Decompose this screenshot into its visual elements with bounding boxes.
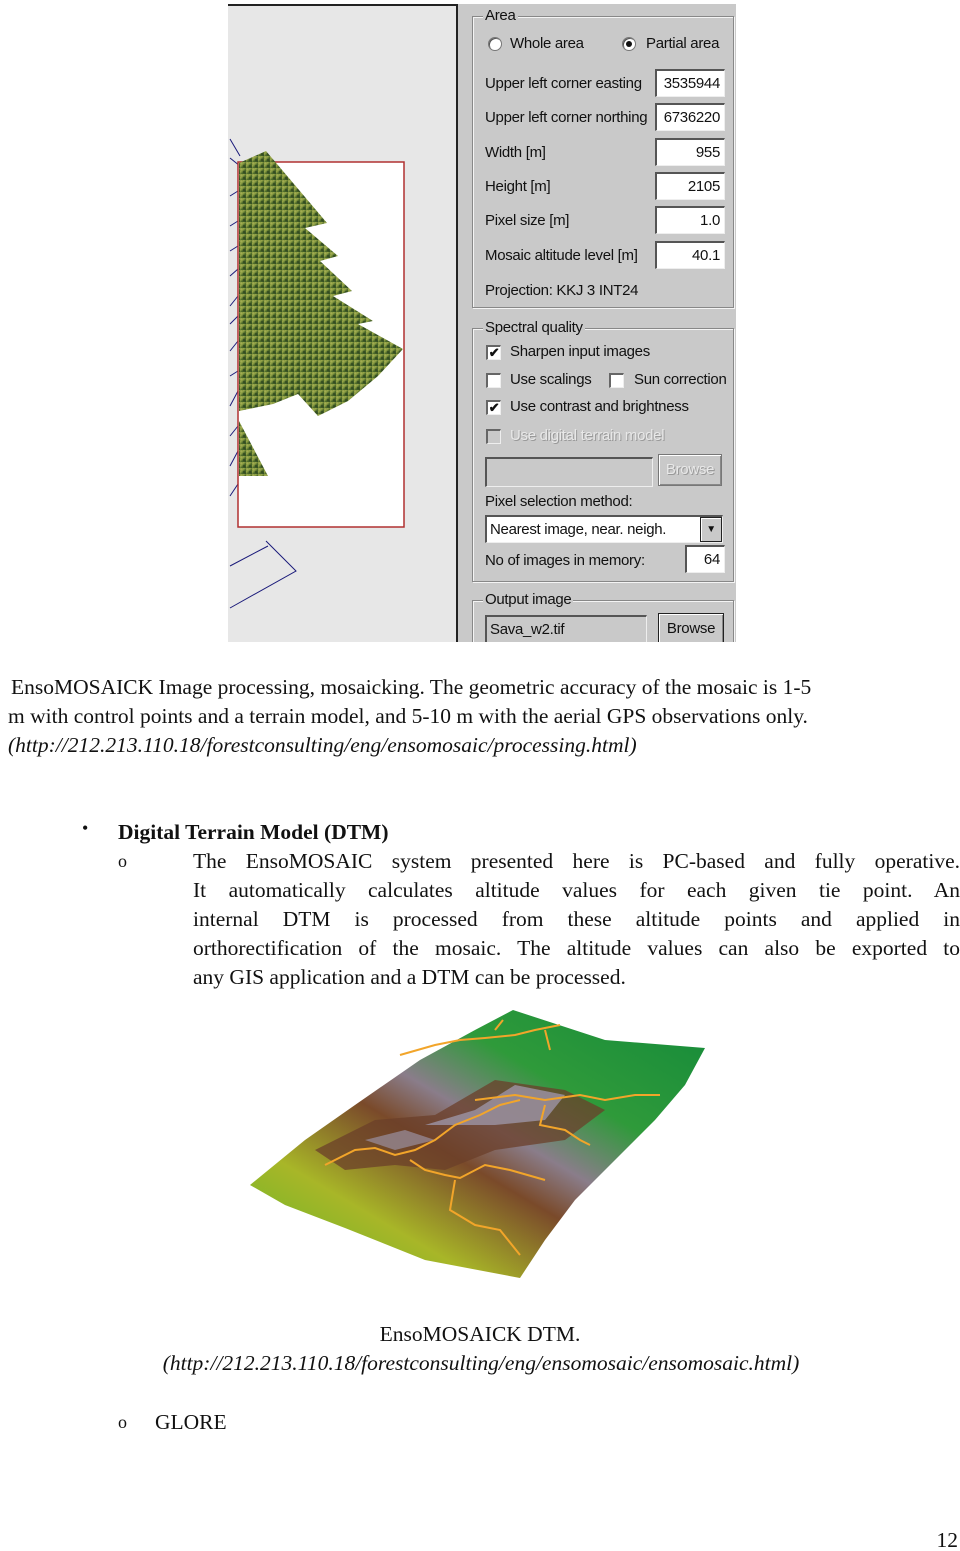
figure-caption-dtm: EnsoMOSAICK DTM. (http://212.213.110.18/…	[0, 1320, 960, 1378]
easting-label: Upper left corner easting	[485, 75, 642, 92]
caption-line-1: EnsoMOSAICK Image processing, mosaicking…	[11, 675, 812, 699]
caption-url-ensomosaic[interactable]: (http://212.213.110.18/forestconsulting/…	[0, 1349, 960, 1378]
use-dtm-label: Use digital terrain model	[510, 427, 665, 444]
dtm-terrain-graphic	[250, 1010, 705, 1278]
caption-url-processing[interactable]: (http://212.213.110.18/forestconsulting/…	[8, 731, 960, 760]
contrast-brightness-label: Use contrast and brightness	[510, 398, 689, 415]
ensomosaic-screenshot: Area Whole area Partial area Upper left …	[228, 4, 736, 642]
pixel-selection-value: Nearest image, near. neigh.	[490, 521, 667, 538]
images-in-memory-label: No of images in memory:	[485, 552, 645, 569]
use-dtm-checkbox[interactable]	[486, 429, 501, 444]
output-browse-button[interactable]: Browse	[658, 613, 724, 642]
mosaic-map-view	[228, 4, 458, 642]
page-number: 12	[936, 1528, 959, 1551]
whole-area-label: Whole area	[510, 35, 584, 52]
area-group-title: Area	[483, 7, 518, 25]
mosaic-settings-panel: Area Whole area Partial area Upper left …	[460, 4, 736, 642]
sub-list-bullet: o	[118, 851, 127, 871]
sharpen-label: Sharpen input images	[510, 343, 650, 360]
pixel-size-input[interactable]: 1.0	[655, 206, 725, 234]
dtm-description: . The EnsoMOSAIC system presented here i…	[193, 818, 960, 992]
mosaic-preview-graphic	[229, 138, 405, 609]
use-scalings-checkbox[interactable]	[486, 373, 501, 388]
sharpen-checkbox[interactable]: ✔	[486, 345, 501, 360]
easting-input[interactable]: 3535944	[655, 69, 725, 97]
caption-line-2: m with control points and a terrain mode…	[8, 704, 808, 728]
images-in-memory-input[interactable]: 64	[685, 545, 725, 573]
caption-dtm-title: EnsoMOSAICK DTM.	[379, 1322, 581, 1346]
northing-input[interactable]: 6736220	[655, 103, 725, 131]
dropdown-arrow-icon[interactable]: ▼	[700, 517, 722, 542]
pixel-selection-label: Pixel selection method:	[485, 493, 633, 510]
dtm-text-line: any GIS application and a DTM can be pro…	[193, 965, 626, 989]
whole-area-radio[interactable]	[488, 37, 502, 51]
width-label: Width [m]	[485, 144, 546, 161]
partial-area-label: Partial area	[646, 35, 720, 52]
partial-area-radio[interactable]	[622, 37, 636, 51]
dtm-3d-image	[245, 1000, 715, 1290]
sun-correction-checkbox[interactable]	[609, 373, 624, 388]
contrast-brightness-checkbox[interactable]: ✔	[486, 400, 501, 415]
dtm-text-line: internal DTM is processed from these alt…	[193, 907, 960, 931]
pixel-size-label: Pixel size [m]	[485, 212, 570, 229]
spectral-quality-group: Spectral quality ✔ Sharpen input images …	[472, 319, 734, 582]
height-label: Height [m]	[485, 178, 551, 195]
output-image-group: Output image Sava_w2.tif Browse	[472, 591, 734, 642]
list-bullet: •	[82, 818, 89, 838]
dtm-text-line: orthorectification of the mosaic. The al…	[193, 936, 960, 960]
width-input[interactable]: 955	[655, 138, 725, 166]
use-scalings-label: Use scalings	[510, 371, 592, 388]
spectral-quality-title: Spectral quality	[483, 319, 585, 337]
sub-list-bullet: o	[118, 1412, 127, 1432]
projection-label: Projection: KKJ 3 INT24	[485, 282, 639, 299]
sun-correction-label: Sun correction	[634, 371, 727, 388]
list-item-glore: GLORE	[155, 1410, 227, 1434]
height-input[interactable]: 2105	[655, 172, 725, 200]
dtm-text-line: It automatically calculates altitude val…	[193, 878, 960, 902]
pixel-selection-dropdown[interactable]: Nearest image, near. neigh. ▼	[485, 515, 723, 543]
altitude-level-input[interactable]: 40.1	[655, 241, 725, 269]
northing-label: Upper left corner northing	[485, 109, 648, 126]
dtm-text-line: The EnsoMOSAIC system presented here is …	[193, 849, 960, 873]
dtm-browse-button[interactable]: Browse	[658, 454, 722, 486]
dtm-file-input[interactable]	[485, 457, 653, 487]
output-image-title: Output image	[483, 591, 574, 609]
output-file-input[interactable]: Sava_w2.tif	[485, 615, 647, 642]
figure-caption-processing: EnsoMOSAICK Image processing, mosaicking…	[8, 673, 960, 760]
altitude-level-label: Mosaic altitude level [m]	[485, 247, 638, 264]
area-group: Area Whole area Partial area Upper left …	[472, 7, 734, 308]
